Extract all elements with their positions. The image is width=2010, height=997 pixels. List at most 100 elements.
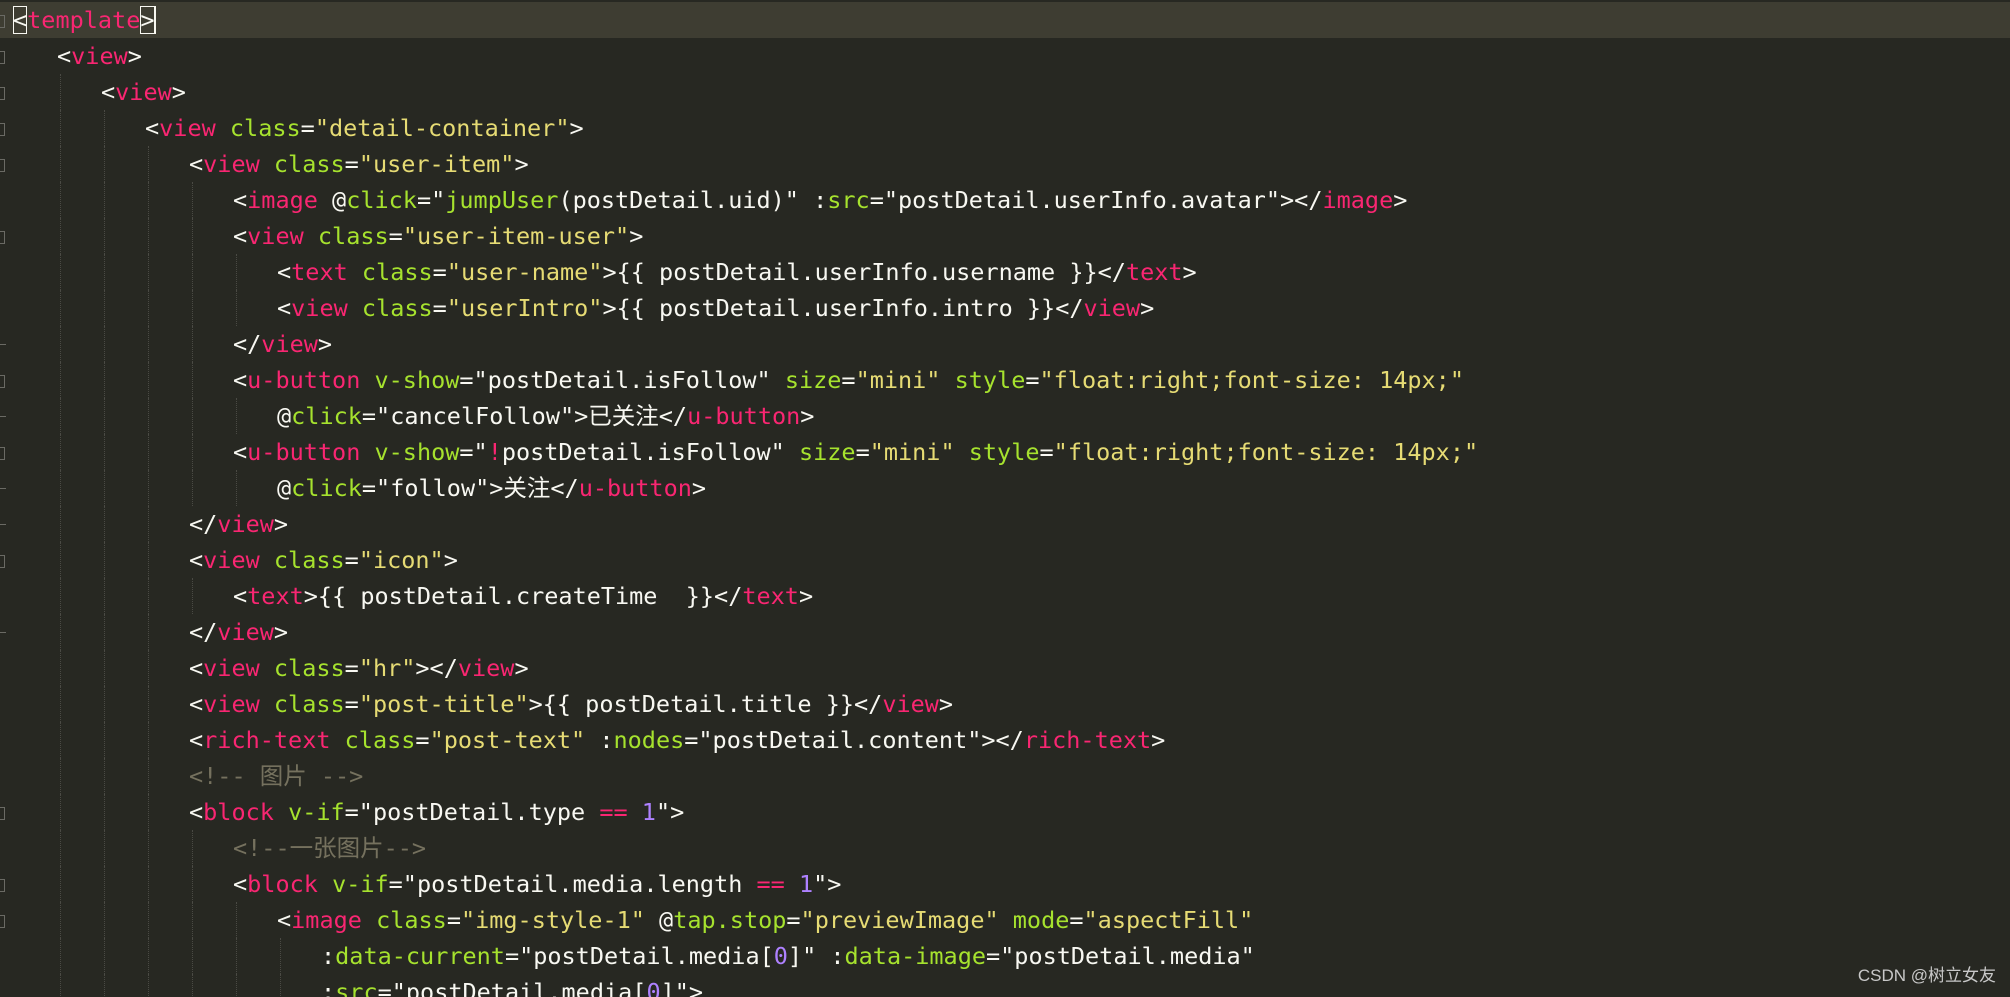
fold-toggle-icon[interactable] [0, 879, 5, 892]
code-token: view [247, 222, 304, 250]
code-line[interactable]: <image @click="jumpUser(postDetail.uid)"… [0, 182, 2010, 218]
code-token: text [742, 582, 799, 610]
code-line[interactable]: <view class="post-title">{{ postDetail.t… [0, 686, 2010, 722]
code-line[interactable]: </view> [0, 614, 2010, 650]
code-text: </view> [189, 506, 288, 542]
code-line[interactable]: <view class="hr"></view> [0, 650, 2010, 686]
code-token: = [300, 114, 315, 142]
code-line[interactable]: <view class="icon"> [0, 542, 2010, 578]
text-caret [154, 6, 156, 34]
code-token: < [189, 150, 204, 178]
code-line[interactable]: <view class="user-item"> [0, 146, 2010, 182]
code-line[interactable]: <block v-if="postDetail.type == 1"> [0, 794, 2010, 830]
fold-toggle-icon[interactable] [0, 231, 5, 244]
code-token: view [291, 294, 348, 322]
code-token: < [189, 690, 204, 718]
fold-toggle-icon[interactable] [0, 159, 5, 172]
code-token: 0 [773, 942, 788, 970]
fold-toggle-icon[interactable] [0, 87, 5, 100]
code-token: < [57, 42, 72, 70]
code-token: view [203, 654, 260, 682]
indent-guide [104, 146, 105, 182]
code-token: u-button [578, 474, 692, 502]
code-line[interactable]: :data-current="postDetail.media[0]" :dat… [0, 938, 2010, 974]
code-token: u-button [687, 402, 801, 430]
fold-toggle-icon[interactable] [0, 807, 5, 820]
indent-guide [192, 254, 193, 290]
code-token: view [115, 78, 172, 106]
indent-guide [104, 578, 105, 614]
fold-toggle-icon[interactable] [0, 15, 5, 28]
fold-toggle-icon[interactable] [0, 123, 5, 136]
code-token: > [798, 582, 814, 610]
code-token: >{{ postDetail.createTime }}</ [303, 582, 743, 610]
fold-toggle-icon[interactable] [0, 375, 5, 388]
code-line[interactable]: </view> [0, 506, 2010, 542]
code-token: view [457, 654, 515, 682]
indent-guide [60, 254, 61, 290]
code-token: > [273, 618, 289, 646]
code-line[interactable]: :src="postDetail.media[0]"> [0, 974, 2010, 997]
fold-toggle-icon[interactable] [0, 555, 5, 568]
fold-end-icon [0, 488, 6, 489]
code-token: </ [233, 330, 262, 358]
indent-guide [148, 614, 149, 650]
fold-toggle-icon[interactable] [0, 915, 5, 928]
code-line[interactable]: <block v-if="postDetail.media.length == … [0, 866, 2010, 902]
code-line[interactable]: <view class="userIntro">{{ postDetail.us… [0, 290, 2010, 326]
code-token: ></ [1280, 186, 1323, 214]
indent-guide [60, 506, 61, 542]
code-line[interactable]: <view> [0, 74, 2010, 110]
indent-guide [60, 794, 61, 830]
code-token: "detail-container" [314, 114, 570, 142]
indent-guide [148, 182, 149, 218]
code-line[interactable]: <text>{{ postDetail.createTime }}</text> [0, 578, 2010, 614]
code-token: <!--一张图片--> [233, 834, 427, 862]
code-token: view [203, 690, 260, 718]
code-token: : [321, 942, 336, 970]
code-editor[interactable]: <template> <view> <view> <view class="detai… [0, 0, 2010, 997]
code-line[interactable]: @click="follow">关注</u-button> [0, 470, 2010, 506]
code-token: < [233, 222, 248, 250]
fold-toggle-icon[interactable] [0, 447, 5, 460]
code-line[interactable]: <!-- 图片 --> [0, 758, 2010, 794]
code-text: <view class="hr"></view> [189, 650, 529, 686]
code-token: >{{ postDetail.title }}</ [528, 690, 883, 718]
code-line[interactable]: <view class="user-item-user"> [0, 218, 2010, 254]
code-line[interactable]: </view> [0, 326, 2010, 362]
code-token: style [968, 438, 1040, 466]
code-token: ]"> [660, 978, 704, 997]
code-token: = [446, 906, 461, 934]
code-token: = [344, 690, 359, 718]
code-line[interactable]: <u-button v-show="!postDetail.isFollow" … [0, 434, 2010, 470]
code-token: ="postDetail.type [344, 798, 600, 826]
code-line[interactable]: <rich-text class="post-text" :nodes="pos… [0, 722, 2010, 758]
code-line[interactable]: <!--一张图片--> [0, 830, 2010, 866]
code-line[interactable]: <template> [0, 2, 2010, 38]
code-line[interactable]: @click="cancelFollow">已关注</u-button> [0, 398, 2010, 434]
code-token: "float:right;font-size: 14px;" [1039, 366, 1464, 394]
indent-guide [192, 218, 193, 254]
code-line[interactable]: <u-button v-show="postDetail.isFollow" s… [0, 362, 2010, 398]
code-line[interactable]: <image class="img-style-1" @tap.stop="pr… [0, 902, 2010, 938]
code-line[interactable]: <view class="detail-container"> [0, 110, 2010, 146]
indent-guide [60, 830, 61, 866]
indent-guide [236, 938, 237, 974]
indent-guide [192, 938, 193, 974]
code-line[interactable]: <text class="user-name">{{ postDetail.us… [0, 254, 2010, 290]
code-token: v-if [288, 798, 345, 826]
code-token: ></ [981, 726, 1024, 754]
code-token: >{{ postDetail.userInfo.username }}</ [602, 258, 1126, 286]
code-token: v-show [374, 438, 460, 466]
code-text: <u-button v-show="!postDetail.isFollow" … [233, 434, 1478, 470]
code-token: > [127, 42, 142, 70]
code-token: template [27, 6, 141, 34]
code-token: class [317, 222, 389, 250]
code-token: image [247, 186, 318, 214]
fold-toggle-icon[interactable] [0, 51, 5, 64]
code-line[interactable]: <view> [0, 38, 2010, 74]
